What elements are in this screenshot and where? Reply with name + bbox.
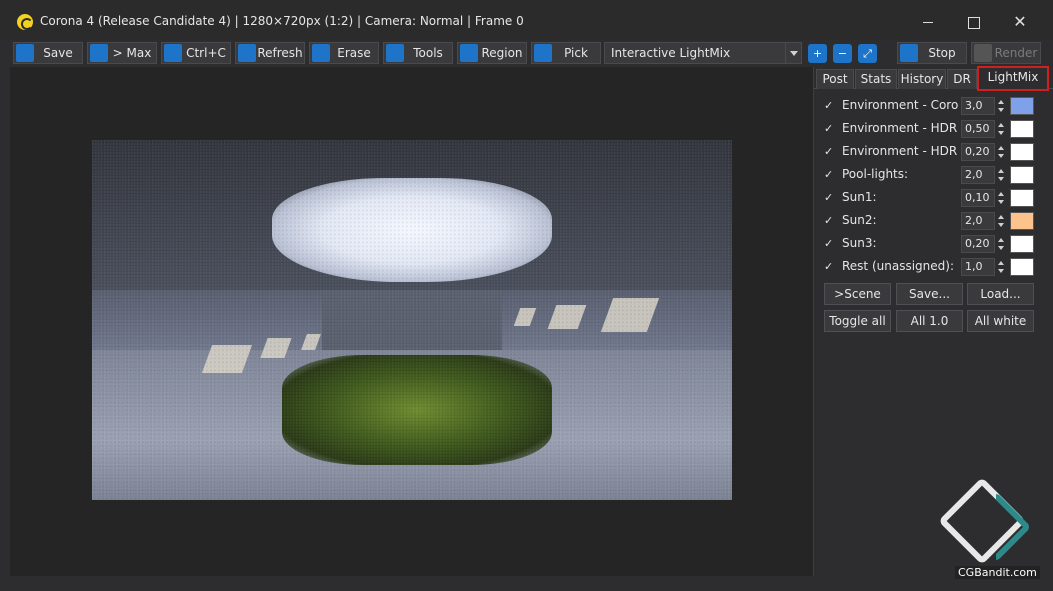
floppy-icon [16, 44, 34, 62]
watermark-text: CGBandit.com [955, 566, 1040, 579]
color-swatch[interactable] [1010, 258, 1034, 276]
clipboard-icon [164, 44, 182, 62]
display-mode-select[interactable]: Interactive LightMix [604, 42, 802, 64]
lightmix-row: ✓ Environment - Corona 3,0 [824, 97, 1046, 115]
checkbox[interactable]: ✓ [824, 123, 836, 135]
color-swatch[interactable] [1010, 120, 1034, 138]
color-swatch[interactable] [1010, 212, 1034, 230]
stop-button[interactable]: Stop [897, 42, 967, 64]
pick-button[interactable]: Pick [531, 42, 601, 64]
spinner-icon[interactable] [996, 212, 1006, 230]
render-viewport[interactable] [10, 67, 813, 576]
render-button[interactable]: Render [971, 42, 1041, 64]
light-label: Sun3: [842, 236, 877, 250]
light-label: Environment - Corona [842, 98, 958, 112]
refresh-icon [238, 44, 256, 62]
tab-post[interactable]: Post [816, 69, 854, 89]
color-swatch[interactable] [1010, 189, 1034, 207]
gear-icon [386, 44, 404, 62]
zoom-fit-icon[interactable]: ⤢ [858, 44, 877, 63]
light-label: Sun1: [842, 190, 877, 204]
render-image [92, 140, 732, 500]
lightmix-row: ✓ Environment - HDRI-v 0,20 [824, 143, 1046, 161]
intensity-input[interactable]: 0,10 [961, 189, 995, 207]
tab-dr[interactable]: DR [947, 69, 977, 89]
spinner-icon[interactable] [996, 97, 1006, 115]
intensity-input[interactable]: 0,20 [961, 143, 995, 161]
checkbox[interactable]: ✓ [824, 215, 836, 227]
region-button[interactable]: Region [457, 42, 527, 64]
lightmix-row: ✓ Sun3: 0,20 [824, 235, 1046, 253]
intensity-input[interactable]: 1,0 [961, 258, 995, 276]
spinner-icon[interactable] [996, 120, 1006, 138]
all-one-button[interactable]: All 1.0 [896, 310, 963, 332]
all-white-button[interactable]: All white [967, 310, 1034, 332]
checkbox[interactable]: ✓ [824, 169, 836, 181]
color-swatch[interactable] [1010, 235, 1034, 253]
region-select-icon [460, 44, 478, 62]
erase-button[interactable]: Erase [309, 42, 379, 64]
checkbox[interactable]: ✓ [824, 238, 836, 250]
copy-button[interactable]: Ctrl+C [161, 42, 231, 64]
max-icon [90, 44, 108, 62]
close-icon[interactable]: ✕ [1008, 10, 1032, 34]
corona-logo-icon [17, 14, 33, 30]
tab-history[interactable]: History [898, 69, 946, 89]
save-lightmix-button[interactable]: Save... [896, 283, 963, 305]
light-label: Environment - HDRI-v [842, 144, 958, 158]
checkbox[interactable]: ✓ [824, 192, 836, 204]
lightmix-row: ✓ Sun1: 0,10 [824, 189, 1046, 207]
minimize-icon[interactable] [916, 10, 940, 34]
toggle-all-button[interactable]: Toggle all [824, 310, 891, 332]
spinner-icon[interactable] [996, 235, 1006, 253]
title-bar: Corona 4 (Release Candidate 4) | 1280×72… [0, 0, 1053, 40]
lightmix-row: ✓ Sun2: 2,0 [824, 212, 1046, 230]
spinner-icon[interactable] [996, 143, 1006, 161]
spinner-icon[interactable] [996, 189, 1006, 207]
zoom-out-icon[interactable]: − [833, 44, 852, 63]
lightmix-row: ✓ Environment - HDRI-s 0,50 [824, 120, 1046, 138]
spinner-icon[interactable] [996, 166, 1006, 184]
tab-stats[interactable]: Stats [855, 69, 897, 89]
light-label: Pool-lights: [842, 167, 909, 181]
refresh-button[interactable]: Refresh [235, 42, 305, 64]
maximize-icon[interactable] [961, 10, 985, 34]
scene-button[interactable]: >Scene [824, 283, 891, 305]
load-lightmix-button[interactable]: Load... [967, 283, 1034, 305]
color-swatch[interactable] [1010, 143, 1034, 161]
stop-icon [900, 44, 918, 62]
hand-pointer-icon [534, 44, 552, 62]
zoom-in-icon[interactable]: + [808, 44, 827, 63]
light-label: Sun2: [842, 213, 877, 227]
intensity-input[interactable]: 3,0 [961, 97, 995, 115]
chevron-down-icon [785, 43, 801, 63]
panel-tabs: Post Stats History DR LightMix [814, 66, 1053, 91]
intensity-input[interactable]: 2,0 [961, 212, 995, 230]
lightmix-row: ✓ Pool-lights: 2,0 [824, 166, 1046, 184]
lightmix-row: ✓ Rest (unassigned): 1,0 [824, 258, 1046, 276]
save-button[interactable]: Save [13, 42, 83, 64]
play-icon [974, 44, 992, 62]
checkbox[interactable]: ✓ [824, 146, 836, 158]
checkbox[interactable]: ✓ [824, 100, 836, 112]
erase-icon [312, 44, 330, 62]
intensity-input[interactable]: 0,20 [961, 235, 995, 253]
tools-button[interactable]: Tools [383, 42, 453, 64]
send-to-max-button[interactable]: > Max [87, 42, 157, 64]
checkbox[interactable]: ✓ [824, 261, 836, 273]
spinner-icon[interactable] [996, 258, 1006, 276]
color-swatch[interactable] [1010, 166, 1034, 184]
toolbar: Save > Max Ctrl+C Refresh Erase Tools Re… [0, 40, 1053, 66]
intensity-input[interactable]: 2,0 [961, 166, 995, 184]
tab-lightmix[interactable]: LightMix [977, 66, 1049, 91]
intensity-input[interactable]: 0,50 [961, 120, 995, 138]
watermark: CGBandit.com [938, 477, 1045, 584]
light-label: Rest (unassigned): [842, 259, 954, 273]
light-label: Environment - HDRI-s [842, 121, 958, 135]
color-swatch[interactable] [1010, 97, 1034, 115]
window-title: Corona 4 (Release Candidate 4) | 1280×72… [40, 14, 524, 28]
